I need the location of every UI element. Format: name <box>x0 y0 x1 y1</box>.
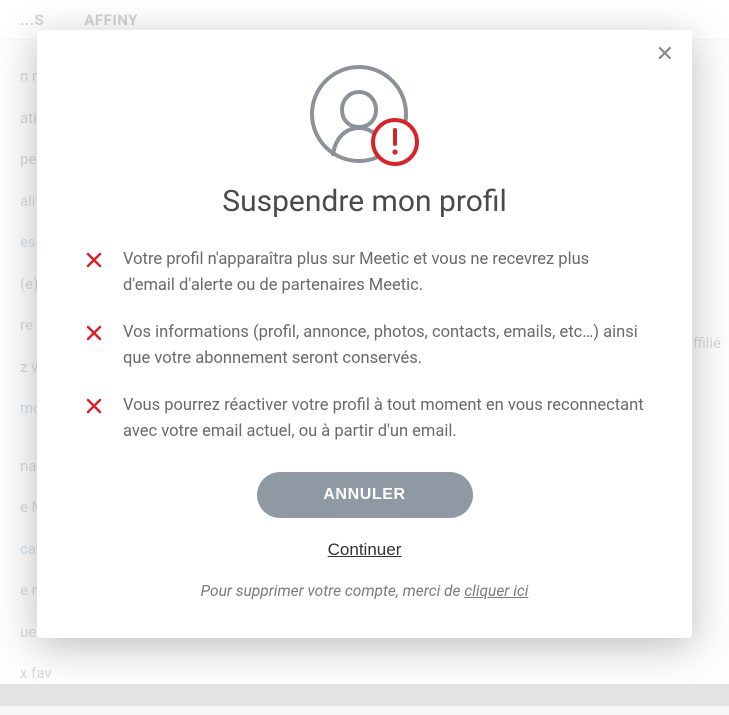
info-text: Vous pourrez réactiver votre profil à to… <box>123 393 644 444</box>
info-text: Vos informations (profil, annonce, photo… <box>123 320 644 371</box>
delete-account-link[interactable]: cliquer ici <box>464 582 528 600</box>
modal-title: Suspendre mon profil <box>85 184 644 219</box>
close-icon[interactable]: ✕ <box>656 44 674 66</box>
info-item: Vos informations (profil, annonce, photo… <box>85 320 644 371</box>
info-item: Votre profil n'apparaîtra plus sur Meeti… <box>85 247 644 298</box>
suspend-profile-modal: ✕ Suspendre mon profil Votre profil n'ap… <box>37 30 692 638</box>
cancel-button[interactable]: ANNULER <box>257 472 473 518</box>
profile-alert-icon <box>307 64 423 170</box>
delete-prefix: Pour supprimer votre compte, merci de <box>201 582 465 600</box>
x-icon <box>85 324 103 342</box>
x-icon <box>85 397 103 415</box>
info-text: Votre profil n'apparaîtra plus sur Meeti… <box>123 247 644 298</box>
x-icon <box>85 251 103 269</box>
delete-account-line: Pour supprimer votre compte, merci de cl… <box>85 582 644 600</box>
info-item: Vous pourrez réactiver votre profil à to… <box>85 393 644 444</box>
continue-button[interactable]: Continuer <box>328 540 402 560</box>
